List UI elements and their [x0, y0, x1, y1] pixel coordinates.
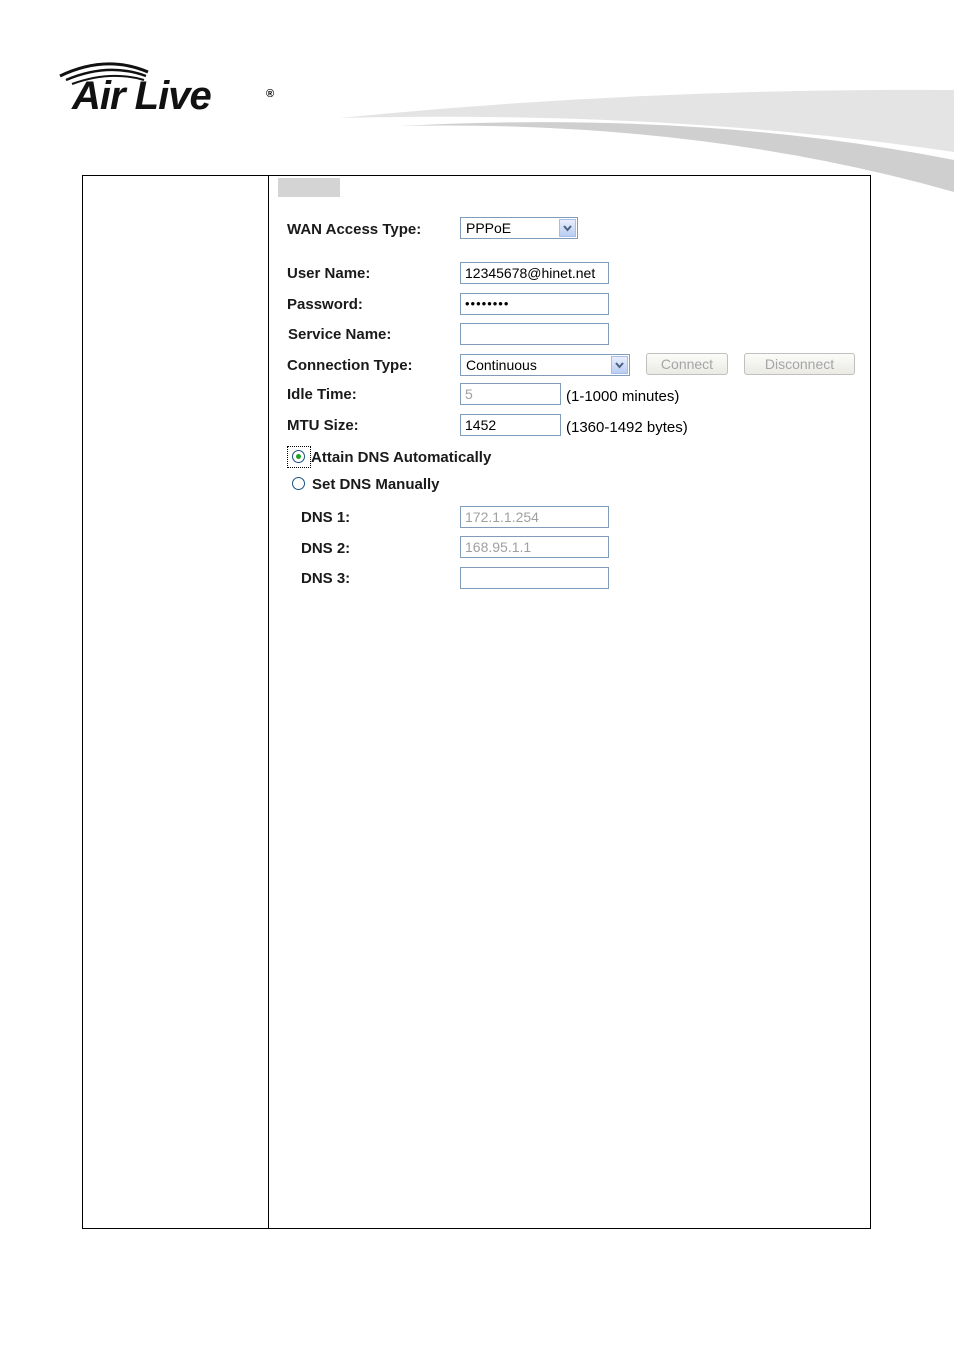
connection-type-label: Connection Type: [287, 357, 413, 374]
logo-text: Air Live [72, 74, 212, 118]
chevron-down-icon [615, 362, 624, 369]
content-table: WAN Access Type: PPPoE User Name: 123456… [82, 175, 871, 1229]
dns2-label: DNS 2: [301, 540, 351, 557]
dns1-label: DNS 1: [301, 509, 351, 526]
dns-manual-radio[interactable] [292, 477, 305, 490]
dropdown-arrow[interactable] [611, 356, 628, 374]
dns-manual-label[interactable]: Set DNS Manually [312, 476, 440, 493]
mtu-size-hint: (1360-1492 bytes) [566, 419, 688, 436]
wan-access-type-label: WAN Access Type: [287, 221, 422, 238]
idle-time-label: Idle Time: [287, 386, 357, 403]
dns-auto-label[interactable]: Attain DNS Automatically [311, 449, 491, 466]
disconnect-button[interactable]: Disconnect [744, 353, 855, 375]
wan-access-type-value: PPPoE [466, 220, 512, 236]
section-tab [278, 178, 340, 197]
dns3-label: DNS 3: [301, 570, 351, 587]
dns-auto-radio[interactable] [292, 450, 305, 463]
password-label: Password: [287, 296, 363, 313]
column-divider [268, 176, 269, 1228]
connect-button[interactable]: Connect [646, 353, 728, 375]
idle-time-input[interactable]: 5 [460, 383, 561, 405]
idle-time-hint: (1-1000 minutes) [566, 388, 680, 405]
service-name-label: Service Name: [288, 326, 392, 343]
dns3-input[interactable] [460, 567, 609, 589]
registered-mark: ® [266, 88, 275, 100]
dns1-input[interactable]: 172.1.1.254 [460, 506, 609, 528]
wan-access-type-select[interactable]: PPPoE [460, 217, 578, 239]
connection-type-value: Continuous [466, 357, 537, 373]
password-input[interactable]: •••••••• [460, 293, 609, 315]
user-name-input[interactable]: 12345678@hinet.net [460, 262, 609, 284]
chevron-down-icon [563, 225, 572, 232]
dropdown-arrow[interactable] [559, 219, 576, 237]
airlive-logo: Air Live ® [52, 58, 284, 128]
service-name-input[interactable] [460, 323, 609, 345]
user-name-label: User Name: [287, 265, 371, 282]
radio-selected-dot [296, 454, 301, 459]
mtu-size-input[interactable]: 1452 [460, 414, 561, 436]
mtu-size-label: MTU Size: [287, 417, 359, 434]
connection-type-select[interactable]: Continuous [460, 354, 630, 376]
dns2-input[interactable]: 168.95.1.1 [460, 536, 609, 558]
